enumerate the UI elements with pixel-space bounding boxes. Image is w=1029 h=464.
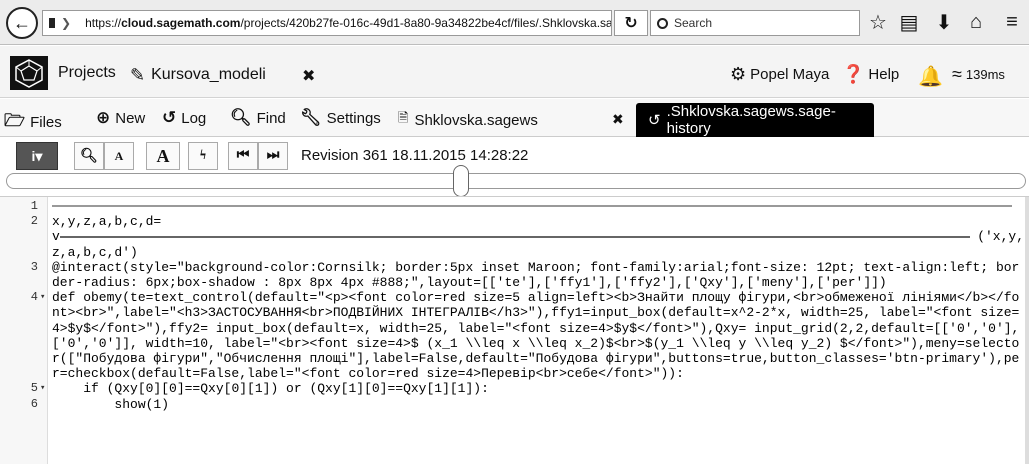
slider-handle[interactable] [453,165,469,197]
line-number: 1 [30,199,38,213]
code-line[interactable]: 1 [31,199,1024,214]
search-icon: 🔍︎ [230,108,252,127]
history-icon: ↺ [648,112,661,129]
folder-icon: 🗁 [4,111,26,130]
code-line[interactable]: 2 x,y,z,a,b,c,d= [31,214,1024,230]
code-line[interactable]: v ('x,y, [52,229,1024,244]
star-icon[interactable]: ☆ [864,8,892,36]
code-text: @interact(style="background-color:Cornsi… [52,259,1020,290]
ping-label: 139ms [965,67,1005,82]
history-icon: ↺ [162,108,177,127]
code-text: v [52,229,60,245]
code-line[interactable]: 3 @interact(style="background-color:Corns… [31,259,1024,290]
edit-icon: ✎ [130,64,146,85]
code-text: z,a,b,c,d') [52,244,138,260]
code-text-tail: ('x,y, [977,229,1024,245]
code-text: x,y,z,a,b,c,d= [52,214,162,230]
close-tab-icon[interactable]: ✖ [612,111,624,128]
long-line-rule [60,236,970,239]
wifi-icon: ≈ [952,64,962,84]
bell-icon: 🔔 [918,66,943,88]
step-backward-icon: ⏮︎ [236,148,250,163]
gear-icon: ⚙ [730,64,747,84]
download-icon[interactable]: ⬇ [930,8,958,36]
tab-sage-history[interactable]: ↺ .Shklovska.sagews.sage-history [636,103,874,137]
tab-shklovska-sagews[interactable]: 🗎 Shklovska.sagews [398,103,538,137]
font-larger-button[interactable]: A [146,142,180,170]
revision-slider[interactable] [6,173,1026,189]
search-placeholder: Search [674,16,713,30]
browser-toolbar: ← ❯ https://cloud.sagemath.com/projects/… [0,0,1029,45]
back-arrow-icon[interactable]: ← [6,7,38,39]
code-text: if (Qxy[0][0]==Qxy[0][1]) or (Qxy[1][0]=… [52,381,489,397]
nav-new[interactable]: ⊕ New [96,108,145,128]
scrollbar[interactable] [1025,197,1029,464]
info-dropdown-button[interactable]: i▾ [16,142,58,170]
file-icon: 🗎 [398,110,409,125]
nav-log[interactable]: ↺ Log [162,108,206,128]
code-line[interactable]: z,a,b,c,d') [52,245,1024,260]
search-icon: 🔍︎ [80,148,98,164]
notification-area[interactable]: 🔔 [918,64,947,89]
nav-files[interactable]: 🗁 Files [4,108,62,137]
code-text: def obemy(te=text_control(default="<p><f… [52,290,1020,382]
bolt-icon: ϟ [199,148,207,163]
code-line[interactable]: 5 ▾ if (Qxy[0][0]==Qxy[0][1]) or (Qxy[1][… [31,381,1024,397]
line-number: 6 [30,396,38,411]
help-button[interactable]: ❓ Help [842,64,899,85]
line-number: 2 [30,214,38,229]
code-editor[interactable]: 1 2 x,y,z,a,b,c,d= v ('x,y, z,a,b,c,d') 3 @inte… [0,196,1029,464]
url-text: https://cloud.sagemath.com/projects/420b… [85,16,612,30]
fold-toggle-icon[interactable]: ▾ [40,290,45,305]
first-revision-button[interactable]: ⏮︎ [228,142,258,170]
code-line[interactable]: 4 ▾ def obemy(te=text_control(default="<p>… [31,290,1024,382]
line-number: 3 [30,259,38,274]
app-header: Projects ✎ Kursova_modeli ✖ ⚙ Popel Maya… [0,46,1029,98]
library-icon [49,18,55,28]
fold-toggle-icon[interactable]: ▾ [40,381,45,396]
plus-circle-icon: ⊕ [96,108,111,127]
nav-settings[interactable]: 🔧︎ Settings [300,108,381,128]
search-input[interactable]: Search [650,10,860,36]
step-forward-icon: ⏭︎ [266,148,280,163]
nav-find[interactable]: 🔍︎ Find [230,108,286,128]
line-gutter [0,197,48,464]
close-icon[interactable]: ✖ [302,66,315,86]
last-revision-button[interactable]: ⏭︎ [258,142,288,170]
zoom-search-button[interactable]: 🔍︎ [74,142,104,170]
revision-label: Revision 361 18.11.2015 14:28:22 [301,147,529,164]
help-label: Help [868,66,900,83]
project-tab[interactable]: ✎ Kursova_modeli [122,58,274,92]
home-icon[interactable]: ⌂ [962,8,990,36]
line-number: 5 [30,381,38,396]
divider [52,205,1012,207]
project-nav: 🗁 Files ⊕ New ↺ Log 🔍︎ Find 🔧︎ Settings … [0,99,1029,137]
reading-list-icon[interactable]: ▤ [895,8,923,36]
wrench-icon: 🔧︎ [300,108,322,127]
user-menu[interactable]: ⚙ Popel Maya [730,64,829,85]
reload-icon[interactable]: ↻ [614,10,648,36]
connection-status: ≈ 139ms [952,64,1005,85]
user-label: Popel Maya [750,66,830,83]
search-icon [657,17,668,29]
menu-icon[interactable]: ≡ [998,8,1026,36]
sagemath-logo-icon[interactable] [10,56,48,90]
chevron-right-icon: ❯ [61,16,72,30]
font-smaller-button[interactable]: A [104,142,134,170]
projects-link[interactable]: Projects [58,64,116,82]
code-line[interactable]: 6 show(1) [31,396,1024,412]
url-bar[interactable]: ❯ https://cloud.sagemath.com/projects/42… [42,10,612,36]
code-area[interactable]: 1 2 x,y,z,a,b,c,d= v ('x,y, z,a,b,c,d') 3 @inte… [31,199,1024,412]
question-circle-icon: ❓ [842,64,865,84]
editor-toolbar: i▾ 🔍︎ A A ϟ ⏮︎ ⏭︎ Revision 361 18.11.201… [0,138,1029,174]
project-tab-label: Kursova_modeli [151,66,266,83]
line-number: 4 [30,290,38,305]
code-text: show(1) [52,396,170,412]
flash-button[interactable]: ϟ [188,142,218,170]
